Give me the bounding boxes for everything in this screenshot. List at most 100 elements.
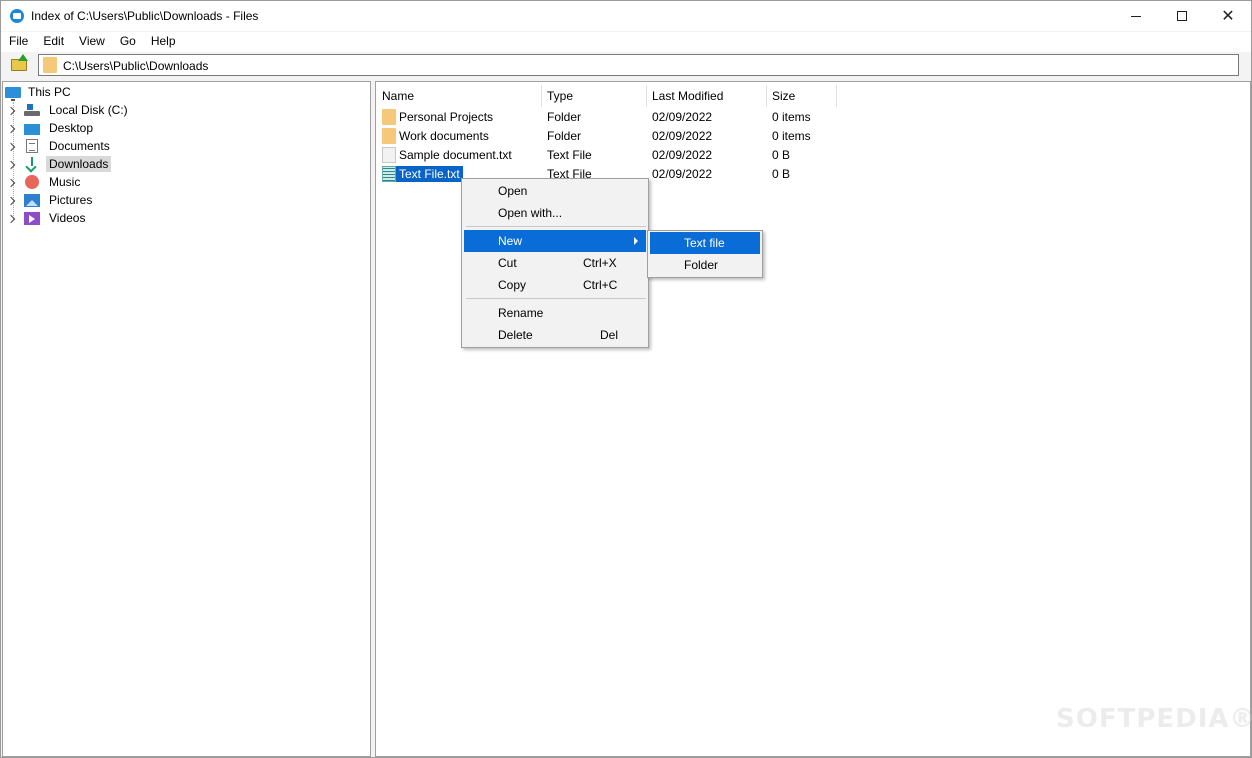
tree-item-videos[interactable]: Videos <box>3 209 88 227</box>
downloads-icon <box>24 157 40 171</box>
chevron-right-icon[interactable] <box>6 106 16 116</box>
title-bar: Index of C:\Users\Public\Downloads - Fil… <box>1 1 1251 31</box>
tree-item-label: Documents <box>49 139 110 153</box>
minimize-button[interactable] <box>1113 1 1159 31</box>
menu-item-label: New <box>498 234 523 248</box>
tree-item-desktop[interactable]: Desktop <box>3 119 96 137</box>
maximize-icon <box>1177 11 1187 21</box>
table-row[interactable]: Work documents Folder 02/09/2022 0 items <box>376 127 976 146</box>
file-modified: 02/09/2022 <box>652 129 713 143</box>
menu-item-shortcut: Del <box>600 328 619 342</box>
chevron-right-icon[interactable] <box>6 142 16 152</box>
pictures-icon <box>24 193 40 207</box>
tree-item-label: Pictures <box>49 193 93 207</box>
address-row: C:\Users\Public\Downloads <box>1 52 1251 78</box>
file-type: Text File <box>547 148 592 162</box>
context-menu-new[interactable]: New <box>464 230 646 252</box>
table-row[interactable]: Sample document.txt Text File 02/09/2022… <box>376 146 976 165</box>
address-path: C:\Users\Public\Downloads <box>63 59 209 73</box>
tree-item-label: Downloads <box>46 156 112 172</box>
desktop-icon <box>24 123 40 135</box>
menu-separator <box>466 226 646 227</box>
menu-item-label: Copy <box>498 278 527 292</box>
tree-item-downloads[interactable]: Downloads <box>3 155 112 173</box>
up-arrow-icon <box>18 54 28 61</box>
chevron-right-icon[interactable] <box>6 196 16 206</box>
menu-go[interactable]: Go <box>112 32 143 52</box>
app-icon <box>10 9 24 23</box>
chevron-right-icon[interactable] <box>6 214 16 224</box>
tree-item-music[interactable]: Music <box>3 173 83 191</box>
file-modified: 02/09/2022 <box>652 110 713 124</box>
menu-help[interactable]: Help <box>143 32 183 52</box>
minimize-icon <box>1131 15 1141 17</box>
submenu-arrow-icon <box>634 237 638 245</box>
file-name: Personal Projects <box>399 110 494 124</box>
menu-bar: File Edit View Go Help <box>1 32 1251 52</box>
tree-root-label: This PC <box>28 85 71 99</box>
context-menu-cut[interactable]: Cut Ctrl+X <box>464 252 646 274</box>
menu-item-label: Open with... <box>498 206 563 220</box>
tree-item-pictures[interactable]: Pictures <box>3 191 95 209</box>
menu-view[interactable]: View <box>71 32 112 52</box>
context-menu-delete[interactable]: Delete Del <box>464 324 646 346</box>
local-disk-icon <box>24 103 40 117</box>
chevron-right-icon[interactable] <box>6 124 16 134</box>
file-size: 0 B <box>772 148 791 162</box>
file-modified: 02/09/2022 <box>652 167 713 181</box>
file-name: Text File.txt <box>396 166 463 182</box>
computer-icon <box>5 86 21 101</box>
folder-icon <box>382 128 396 144</box>
maximize-button[interactable] <box>1159 1 1205 31</box>
videos-icon <box>24 211 40 225</box>
file-type: Folder <box>547 110 582 124</box>
tree-item-this-pc[interactable]: This PC <box>5 83 74 101</box>
submenu-folder[interactable]: Folder <box>650 254 760 276</box>
menu-item-label: Cut <box>498 256 517 270</box>
file-icon <box>382 147 396 163</box>
tree-item-label: Music <box>49 175 81 189</box>
file-modified: 02/09/2022 <box>652 148 713 162</box>
table-row[interactable]: Personal Projects Folder 02/09/2022 0 it… <box>376 108 976 127</box>
menu-separator <box>466 298 646 299</box>
context-menu-open-with[interactable]: Open with... <box>464 202 646 224</box>
new-submenu: Text file Folder <box>647 230 763 278</box>
close-icon: ✕ <box>1221 8 1235 25</box>
menu-item-label: Rename <box>498 306 544 320</box>
watermark: SOFTPEDIA® <box>1056 704 1252 734</box>
tree-item-documents[interactable]: Documents <box>3 137 113 155</box>
tree-item-label: Videos <box>49 211 86 225</box>
tree-item-label: Desktop <box>49 121 94 135</box>
context-menu-open[interactable]: Open <box>464 180 646 202</box>
menu-item-label: Delete <box>498 328 533 342</box>
chevron-right-icon[interactable] <box>6 178 16 188</box>
menu-item-shortcut: Ctrl+C <box>583 278 618 292</box>
column-header-modified[interactable]: Last Modified <box>646 85 767 107</box>
file-type: Folder <box>547 129 582 143</box>
menu-file[interactable]: File <box>1 32 35 52</box>
tree-item-label: Local Disk (C:) <box>49 103 128 117</box>
tree-item-local-disk[interactable]: Local Disk (C:) <box>3 101 131 119</box>
file-name: Sample document.txt <box>399 148 512 162</box>
chevron-right-icon[interactable] <box>6 160 16 170</box>
column-header-type[interactable]: Type <box>541 85 647 107</box>
file-size: 0 items <box>772 110 811 124</box>
column-header-size[interactable]: Size <box>766 85 837 107</box>
folder-tree[interactable]: This PC Local Disk (C:) Desktop Document… <box>2 81 371 757</box>
go-up-button[interactable] <box>10 54 30 73</box>
menu-item-shortcut: Ctrl+X <box>583 256 617 270</box>
file-name: Work documents <box>399 129 489 143</box>
context-menu-copy[interactable]: Copy Ctrl+C <box>464 274 646 296</box>
window-title: Index of C:\Users\Public\Downloads - Fil… <box>31 9 259 23</box>
file-size: 0 B <box>772 167 791 181</box>
menu-item-label: Text file <box>684 236 725 250</box>
address-field[interactable]: C:\Users\Public\Downloads <box>38 54 1239 76</box>
file-size: 0 items <box>772 129 811 143</box>
folder-icon <box>43 57 57 73</box>
close-button[interactable]: ✕ <box>1205 1 1251 31</box>
context-menu-rename[interactable]: Rename <box>464 302 646 324</box>
menu-item-label: Open <box>498 184 528 198</box>
menu-edit[interactable]: Edit <box>35 32 71 52</box>
submenu-text-file[interactable]: Text file <box>650 232 760 254</box>
column-header-name[interactable]: Name <box>376 85 542 107</box>
